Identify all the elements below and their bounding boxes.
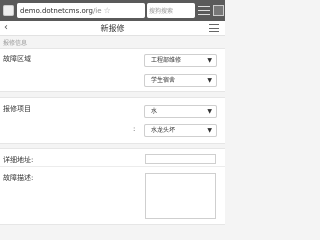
section-title: 报修信息 xyxy=(3,40,28,47)
description-textarea[interactable] xyxy=(145,173,216,219)
fault-area-label: 故障区域 xyxy=(3,55,31,63)
browser-menu-icon[interactable] xyxy=(198,5,210,17)
repair-item-label: 报修项目 xyxy=(3,105,31,113)
repair-item-group: 报修项目 水 ▼ : 水龙头坏 ▼ xyxy=(0,97,225,144)
dropdown-arrow-icon: ▼ xyxy=(207,108,212,115)
browser-tab-icon[interactable] xyxy=(3,5,14,16)
fault-area-select-dept[interactable]: 工程部维修 ▼ xyxy=(144,54,217,67)
bookmark-star-icon[interactable]: ☆ xyxy=(104,6,111,15)
description-label: 故障描述: xyxy=(3,174,34,182)
repair-item-select-type[interactable]: 水 ▼ xyxy=(144,105,217,118)
browser-toolbar: demo.dotnetcms.org/ie ☆ 搜狗搜索 xyxy=(0,0,225,21)
fault-area-group: 故障区域 工程部维修 ▼ 学生宿舍 ▼ xyxy=(0,48,225,92)
browser-search-input[interactable]: 搜狗搜索 xyxy=(147,3,195,18)
colon-mark: : xyxy=(133,125,136,133)
repair-item-select-detail[interactable]: 水龙头坏 ▼ xyxy=(144,124,217,137)
detail-group: 详细地址: 故障描述: xyxy=(0,148,225,225)
dropdown-arrow-icon: ▼ xyxy=(207,77,212,84)
row-divider xyxy=(0,166,225,167)
dropdown-arrow-icon: ▼ xyxy=(207,127,212,134)
dropdown-arrow-icon: ▼ xyxy=(207,57,212,64)
page-title: 新报修 xyxy=(100,24,125,33)
address-label: 详细地址: xyxy=(3,156,34,164)
fault-area-select-location[interactable]: 学生宿舍 ▼ xyxy=(144,74,217,87)
address-bar[interactable]: demo.dotnetcms.org/ie ☆ xyxy=(17,3,145,18)
address-input[interactable] xyxy=(145,154,216,164)
browser-home-icon[interactable] xyxy=(213,5,224,16)
app-header: ‹ 新报修 xyxy=(0,21,225,36)
url-text: demo.dotnetcms.org/ie xyxy=(20,6,102,15)
hamburger-icon[interactable] xyxy=(209,24,219,32)
